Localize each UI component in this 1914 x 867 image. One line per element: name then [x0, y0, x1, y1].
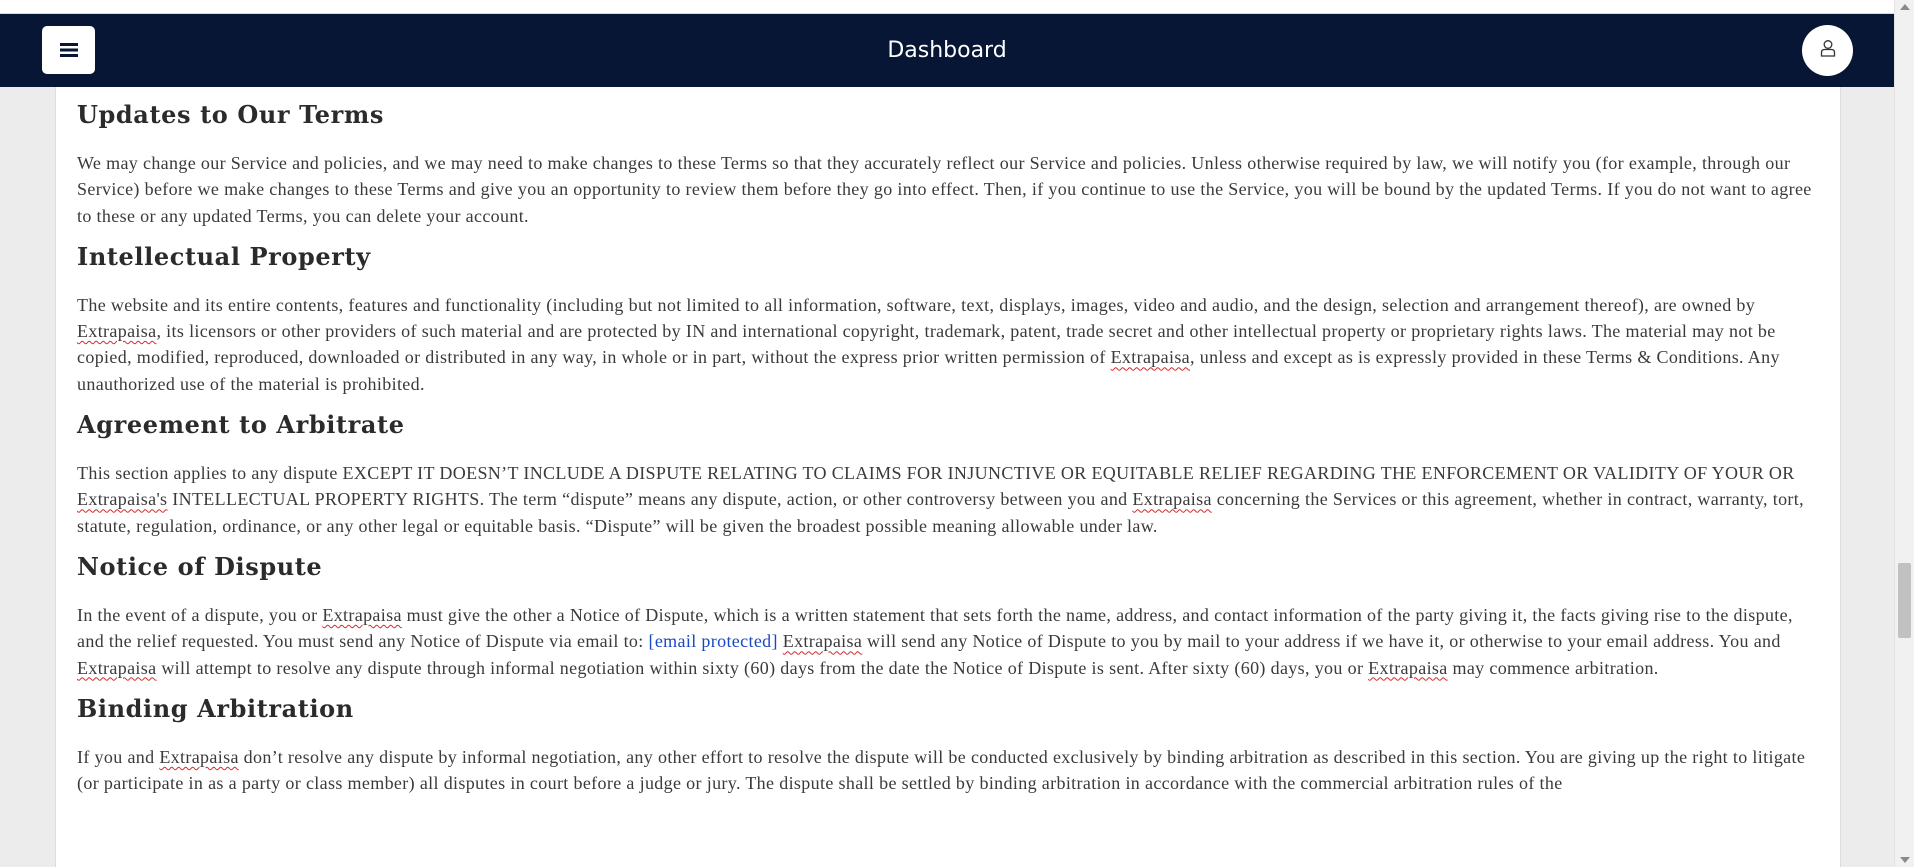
vertical-scrollbar[interactable]: [1894, 0, 1914, 867]
terms-content: Updates to Our Terms We may change our S…: [77, 87, 1821, 796]
section-heading-notice-of-dispute: Notice of Dispute: [77, 551, 323, 581]
section-heading-binding-arbitration: Binding Arbitration: [77, 693, 354, 723]
email-link[interactable]: [email protected]: [648, 631, 777, 651]
scroll-down-arrow-icon[interactable]: [1900, 857, 1910, 863]
top-navbar: Dashboard: [0, 14, 1894, 87]
user-icon: [1820, 39, 1836, 62]
section-text-agreement-to-arbitrate: This section applies to any dispute EXCE…: [77, 463, 1804, 536]
company-name: Extrapaisa: [77, 321, 157, 342]
company-name: Extrapaisa: [322, 604, 402, 625]
scrollbar-thumb[interactable]: [1898, 563, 1911, 638]
scroll-up-arrow-icon[interactable]: [1900, 4, 1910, 10]
section-heading-updates: Updates to Our Terms: [77, 100, 384, 129]
page-title: Dashboard: [887, 38, 1007, 63]
company-name: Extrapaisa's: [77, 489, 168, 510]
company-name: Extrapaisa: [77, 657, 157, 678]
terms-content-card: Updates to Our Terms We may change our S…: [55, 87, 1841, 867]
section-heading-agreement-to-arbitrate: Agreement to Arbitrate: [77, 410, 405, 440]
user-profile-button[interactable]: [1802, 25, 1853, 76]
section-text-intellectual-property: The website and its entire contents, fea…: [77, 294, 1780, 394]
company-name: Extrapaisa: [1132, 489, 1212, 510]
section-text-binding-arbitration: If you and Extrapaisa don’t resolve any …: [77, 746, 1806, 794]
company-name: Extrapaisa: [782, 631, 863, 652]
section-text-notice-of-dispute: In the event of a dispute, you or Extrap…: [77, 604, 1793, 678]
company-name: Extrapaisa: [1110, 347, 1191, 368]
browser-top-edge: [0, 0, 1894, 14]
section-text-updates: We may change our Service and policies, …: [77, 153, 1812, 226]
company-name: Extrapaisa: [1368, 657, 1448, 678]
company-name: Extrapaisa: [159, 746, 239, 767]
section-heading-intellectual-property: Intellectual Property: [77, 241, 371, 271]
